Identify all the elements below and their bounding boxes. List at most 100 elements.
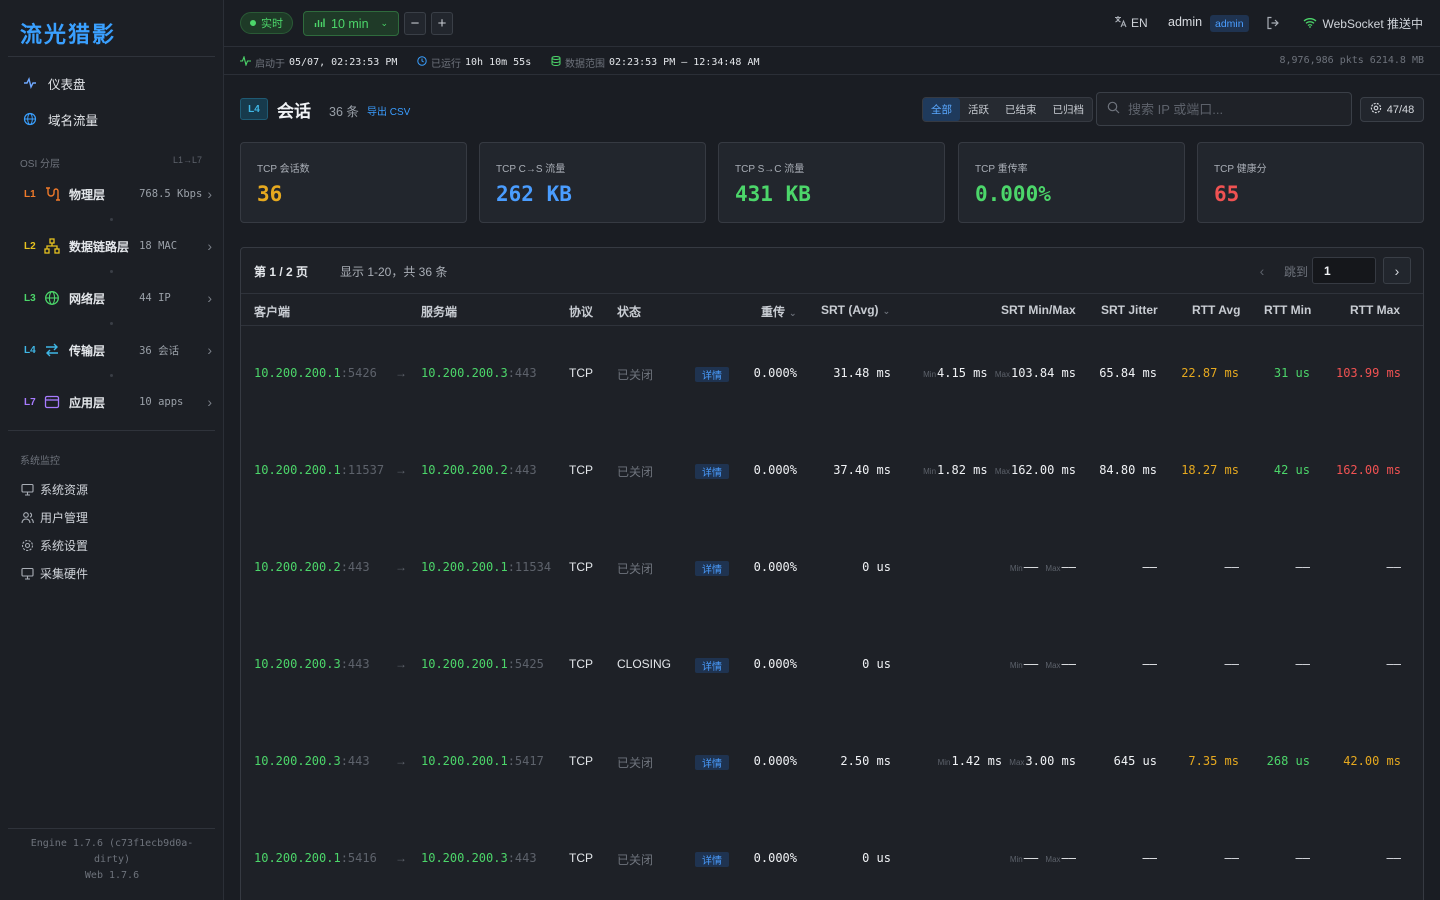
nav-capture-hardware[interactable]: 采集硬件 xyxy=(20,563,88,583)
min-tag: Min xyxy=(923,370,937,379)
jump-page-input[interactable] xyxy=(1312,257,1376,284)
layer-l4[interactable]: L4 传输层 36 会话 › xyxy=(12,335,212,365)
table-row[interactable]: 10.200.200.1:5426 → 10.200.200.3:443 TCP… xyxy=(241,326,1423,423)
rtt-max: 103.99 ms xyxy=(1335,366,1401,380)
time-range-value: 10 min xyxy=(331,16,369,31)
server-ip: 10.200.200.1 xyxy=(421,560,508,574)
col-rtt-max[interactable]: RTT Max xyxy=(1350,303,1400,317)
min-tag: Min xyxy=(1009,564,1023,573)
filter-all[interactable]: 全部 xyxy=(923,98,960,121)
detail-button[interactable]: 详情 xyxy=(695,755,729,770)
protocol: TCP xyxy=(569,754,593,768)
nav-system-resources[interactable]: 系统资源 xyxy=(20,479,88,499)
client-port: :443 xyxy=(340,560,370,574)
detail-button[interactable]: 详情 xyxy=(695,658,729,673)
layer-l2[interactable]: L2 数据链路层 18 MAC › xyxy=(12,231,212,261)
srt-avg: 31.48 ms xyxy=(833,366,891,380)
col-srt-jitter[interactable]: SRT Jitter xyxy=(1101,303,1158,317)
live-toggle[interactable]: 实时 xyxy=(240,12,293,34)
app-logo[interactable]: 流光猎影 xyxy=(20,17,116,49)
search-input[interactable] xyxy=(1128,101,1338,117)
nav-dns-traffic[interactable]: 域名流量 xyxy=(12,105,212,133)
layer-l1[interactable]: L1 物理层 768.5 Kbps › xyxy=(12,179,212,209)
col-retransmit[interactable]: 重传 ⌄ xyxy=(761,303,797,320)
layer-l3[interactable]: L3 网络层 44 IP › xyxy=(12,283,212,313)
zoom-out-button[interactable]: − xyxy=(404,12,426,35)
detail-button[interactable]: 详情 xyxy=(695,561,729,576)
language-label: EN xyxy=(1131,16,1148,30)
client-address: 10.200.200.2:443 xyxy=(254,560,370,574)
live-dot-icon xyxy=(250,20,256,26)
next-page-button[interactable]: › xyxy=(1383,257,1411,284)
logout-icon[interactable] xyxy=(1266,16,1280,33)
uptime-value: 10h 10m 55s xyxy=(465,57,532,68)
client-address: 10.200.200.3:443 xyxy=(254,657,370,671)
uptime-key: 已运行 xyxy=(431,59,461,70)
srt-jitter: —— xyxy=(1142,851,1157,865)
col-protocol[interactable]: 协议 xyxy=(569,303,593,320)
nav-user-management[interactable]: 用户管理 xyxy=(20,507,88,527)
col-client[interactable]: 客户端 xyxy=(254,303,290,320)
table-row[interactable]: 10.200.200.3:443 → 10.200.200.1:5425 TCP… xyxy=(241,617,1423,714)
col-srt-avg-label: SRT (Avg) xyxy=(821,303,879,317)
layer-code: L1 xyxy=(24,188,36,200)
detail-button[interactable]: 详情 xyxy=(695,852,729,867)
retransmit-rate: 0.000% xyxy=(753,754,797,768)
chevron-down-icon: ⌄ xyxy=(380,18,388,28)
rtt-min: —— xyxy=(1295,657,1310,671)
srt-avg: 0 us xyxy=(862,657,891,671)
page-indicator: 第 1 / 2 页 xyxy=(254,265,309,279)
detail-button[interactable]: 详情 xyxy=(695,367,729,382)
col-rtt-avg[interactable]: RTT Avg xyxy=(1192,303,1240,317)
client-ip: 10.200.200.3 xyxy=(254,657,341,671)
table-row[interactable]: 10.200.200.1:11537 → 10.200.200.2:443 TC… xyxy=(241,423,1423,520)
client-port: :5426 xyxy=(340,366,377,380)
server-ip: 10.200.200.2 xyxy=(421,463,508,477)
column-settings-button[interactable]: 47/48 xyxy=(1360,97,1424,122)
col-server[interactable]: 服务端 xyxy=(421,303,457,320)
table-row[interactable]: 10.200.200.2:443 → 10.200.200.1:11534 TC… xyxy=(241,520,1423,617)
layer-value: 10 apps xyxy=(139,396,184,408)
filter-ended[interactable]: 已结束 xyxy=(997,98,1045,121)
data-range-key: 数据范围 xyxy=(565,59,605,70)
col-srt-avg[interactable]: SRT (Avg) ⌄ xyxy=(821,303,890,317)
col-state[interactable]: 状态 xyxy=(617,303,641,320)
protocol: TCP xyxy=(569,560,593,574)
col-srt-minmax[interactable]: SRT Min/Max xyxy=(1001,303,1076,317)
language-toggle[interactable]: EN xyxy=(1114,15,1148,31)
export-csv-link[interactable]: 导出 CSV xyxy=(367,103,410,118)
session-count: 36 条 xyxy=(329,105,359,119)
rtt-avg: —— xyxy=(1224,560,1239,574)
srt-max: 103.84 ms xyxy=(1010,366,1076,380)
layer-value: 768.5 Kbps xyxy=(139,188,203,200)
detail-button[interactable]: 详情 xyxy=(695,464,729,479)
session-state: 已关闭 xyxy=(617,465,654,479)
layer-l7[interactable]: L7 应用层 10 apps › xyxy=(12,387,212,417)
retransmit-rate: 0.000% xyxy=(753,657,797,671)
time-range-select[interactable]: 10 min ⌄ xyxy=(303,11,399,36)
server-address: 10.200.200.3:443 xyxy=(421,366,537,380)
layer-value: 18 MAC xyxy=(139,240,178,252)
zoom-in-button[interactable]: + xyxy=(431,12,453,35)
srt-min-max: Min—— Max—— xyxy=(1010,657,1076,671)
srt-min: 1.42 ms xyxy=(951,754,1003,768)
col-rtt-min[interactable]: RTT Min xyxy=(1264,303,1311,317)
nav-dashboard[interactable]: 仪表盘 xyxy=(12,69,212,97)
prev-page-button[interactable]: ‹ xyxy=(1248,257,1276,284)
server-ip: 10.200.200.1 xyxy=(421,657,508,671)
table-row[interactable]: 10.200.200.3:443 → 10.200.200.1:5417 TCP… xyxy=(241,714,1423,811)
max-tag: Max xyxy=(1045,564,1061,573)
table-row[interactable]: 10.200.200.1:5416 → 10.200.200.3:443 TCP… xyxy=(241,811,1423,900)
page-summary: 显示 1-20，共 36 条 xyxy=(340,265,448,279)
filter-active[interactable]: 活跃 xyxy=(960,98,997,121)
filter-archived[interactable]: 已归档 xyxy=(1045,98,1093,121)
sort-icon: ⌄ xyxy=(789,308,797,318)
srt-max: —— xyxy=(1061,657,1076,671)
nav-system-settings[interactable]: 系统设置 xyxy=(20,535,88,555)
nav-label: 系统资源 xyxy=(40,482,89,497)
client-ip: 10.200.200.2 xyxy=(254,560,341,574)
arrow-right-icon: → xyxy=(395,754,407,768)
session-state: 已关闭 xyxy=(617,853,654,867)
version-footer: Engine 1.7.6 (c73f1ecb9d0a- dirty) Web 1… xyxy=(0,836,224,884)
column-count: 47/48 xyxy=(1386,103,1415,116)
